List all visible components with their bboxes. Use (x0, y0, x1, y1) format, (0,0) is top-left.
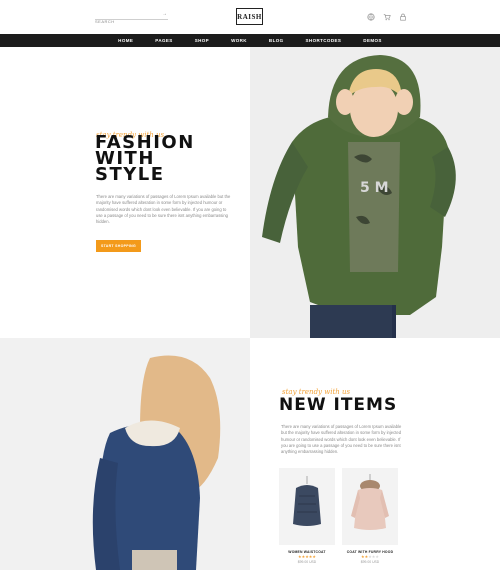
girl-photo (0, 338, 250, 570)
svg-text:5 M: 5 M (360, 180, 389, 196)
hero-image: 5 M (250, 47, 500, 338)
nav-pages[interactable]: PAGES (155, 38, 172, 43)
search-box: → (95, 10, 168, 26)
new-items-section: stay trendy with us NEW ITEMS There are … (250, 338, 500, 570)
new-items-title: NEW ITEMS (279, 395, 398, 415)
hero-title: FASHION WITH STYLE (95, 134, 195, 185)
site-header: → RAISH (0, 0, 500, 34)
globe-icon[interactable] (367, 13, 375, 21)
product-image[interactable] (342, 468, 398, 545)
start-shopping-button[interactable]: START SHOPPING (96, 240, 141, 252)
boy-in-green-jacket-illustration: 5 M (250, 47, 500, 338)
waistcoat-icon (293, 476, 321, 526)
nav-shop[interactable]: SHOP (195, 38, 209, 43)
cart-icon[interactable] (383, 13, 391, 21)
hero-description: There are many variations of passages of… (96, 194, 231, 225)
product-card[interactable]: COAT WITH FURRY HOOD ★★★★★ $99.00 USD (342, 468, 398, 564)
coat-icon (351, 474, 389, 530)
main-nav: HOME PAGES SHOP WORK BLOG SHORTCODES DEM… (0, 34, 500, 47)
search-arrow-icon[interactable]: → (162, 11, 167, 17)
logo-text: RAISH (237, 12, 262, 21)
product-price: $99.00 USD (360, 560, 380, 564)
nav-demos[interactable]: DEMOS (363, 38, 382, 43)
product-card[interactable]: WOMEN WAISTCOAT ★★★★★ $99.00 USD (279, 468, 335, 564)
hero-text-section: stay trendy with us FASHION WITH STYLE T… (0, 47, 250, 338)
search-input[interactable] (95, 17, 155, 26)
girl-in-denim-jacket-illustration (0, 338, 250, 570)
nav-shortcodes[interactable]: SHORTCODES (306, 38, 342, 43)
star-icon: ★ (375, 554, 379, 559)
nav-blog[interactable]: BLOG (269, 38, 284, 43)
new-items-description: There are many variations of passages of… (281, 424, 402, 455)
product-image[interactable] (279, 468, 335, 545)
hero-title-line: STYLE (95, 164, 165, 185)
nav-work[interactable]: WORK (231, 38, 247, 43)
star-icon: ★ (312, 554, 316, 559)
nav-home[interactable]: HOME (118, 38, 133, 43)
lock-icon[interactable] (399, 13, 407, 21)
logo[interactable]: RAISH (236, 8, 263, 25)
product-price: $99.00 USD (297, 560, 317, 564)
